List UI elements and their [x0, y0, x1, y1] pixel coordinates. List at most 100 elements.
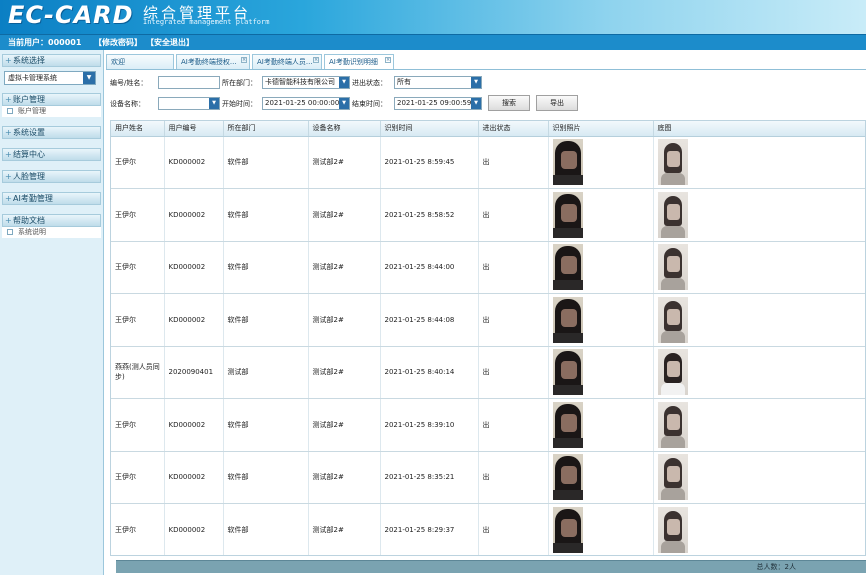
status-cell: 出 [478, 293, 549, 347]
base-photo[interactable] [657, 244, 688, 291]
tab-bar: 欢迎 AI考勤终端授权... × AI考勤终端人员... × AI考勤识别明细 … [106, 54, 866, 70]
recognition-photo[interactable] [552, 349, 583, 396]
table-body: 王伊尔 KD000002 软件部 测试部2# 2021-01-25 8:59:45 出王伊… [111, 136, 865, 555]
status-cell: 出 [478, 451, 549, 504]
column-header[interactable]: 设备名称 [308, 121, 381, 137]
user-name-cell: 王伊尔 [111, 188, 165, 242]
close-icon[interactable]: × [313, 57, 319, 63]
recognition-photo[interactable] [552, 506, 583, 553]
table-row[interactable]: 王伊尔 KD000002 软件部 测试部2# 2021-01-25 8:44:00 出 [111, 241, 865, 294]
user-bar: 当前用户：000001 【修改密码】 【安全退出】 [0, 34, 866, 50]
recognition-photo-cell [548, 188, 654, 242]
recognition-photo[interactable] [552, 401, 583, 448]
recognition-photo[interactable] [552, 139, 583, 186]
column-header[interactable]: 识别时间 [380, 121, 479, 137]
base-photo[interactable] [657, 454, 688, 501]
chevron-down-icon: ▼ [83, 72, 95, 84]
base-photo-cell [653, 346, 865, 399]
chevron-down-icon: ▼ [339, 77, 349, 88]
total-count: 总人数：2人 [756, 563, 796, 571]
base-photo-cell [653, 398, 865, 452]
app-header: EC-CARD 综合管理平台 Integrated management pla… [0, 0, 866, 34]
time-cell: 2021-01-25 8:35:21 [380, 451, 479, 504]
tab-ai-terminal-person[interactable]: AI考勤终端人员... × [252, 54, 322, 69]
sidebar-item-account[interactable]: 账户管理 [2, 106, 101, 117]
base-photo[interactable] [657, 506, 688, 553]
sidebar-section-face[interactable]: + 人脸管理 [2, 170, 101, 183]
table-row[interactable]: 王伊尔 KD000002 软件部 测试部2# 2021-01-25 8:59:45 出 [111, 136, 865, 189]
column-header[interactable]: 用户姓名 [111, 121, 165, 137]
device-select[interactable]: ▼ [158, 97, 220, 110]
column-header[interactable]: 所在部门 [223, 121, 309, 137]
close-icon[interactable]: × [241, 57, 247, 63]
table-row[interactable]: 燕燕(测人员同步) 2020090401 测试部 测试部2# 2021-01-25 8:… [111, 346, 865, 399]
start-time-input[interactable]: 2021-01-25 00:00:00 ▼ [262, 97, 350, 110]
base-photo[interactable] [657, 349, 688, 396]
export-button[interactable]: 导出 [536, 95, 578, 111]
close-icon[interactable]: × [385, 57, 391, 63]
end-time-input[interactable]: 2021-01-25 09:00:59 ▼ [394, 97, 482, 110]
sidebar-item-system-manual[interactable]: 系统说明 [2, 227, 101, 238]
change-password-link[interactable]: 【修改密码】 [94, 35, 142, 50]
user-name-cell: 王伊尔 [111, 451, 165, 504]
base-photo[interactable] [657, 296, 688, 343]
calendar-icon[interactable]: ▼ [471, 98, 481, 109]
dept-select[interactable]: 卡德智能科技有限公司 ▼ [262, 76, 350, 89]
dept-label: 所在部门： [222, 79, 257, 87]
expand-icon: + [5, 95, 12, 104]
table-row[interactable]: 王伊尔 KD000002 软件部 测试部2# 2021-01-25 8:58:52 出 [111, 188, 865, 242]
column-header[interactable]: 用户编号 [164, 121, 224, 137]
device-cell: 测试部2# [308, 503, 381, 555]
user-id-cell: KD000002 [164, 398, 224, 452]
base-photo[interactable] [657, 139, 688, 186]
tab-ai-terminal-auth[interactable]: AI考勤终端授权... × [176, 54, 250, 69]
base-photo-cell [653, 241, 865, 294]
time-cell: 2021-01-25 8:58:52 [380, 188, 479, 242]
user-id-cell: KD000002 [164, 136, 224, 189]
base-photo[interactable] [657, 191, 688, 238]
status-cell: 出 [478, 188, 549, 242]
recognition-photo-cell [548, 451, 654, 504]
main-content: 欢迎 AI考勤终端授权... × AI考勤终端人员... × AI考勤识别明细 … [106, 52, 866, 575]
expand-icon: + [5, 172, 12, 181]
status-label: 进出状态： [352, 79, 387, 87]
base-photo[interactable] [657, 401, 688, 448]
recognition-table: 用户姓名 用户编号 所在部门 设备名称 识别时间 进出状态 识别照片 底图 王伊… [110, 120, 866, 556]
column-header[interactable]: 进出状态 [478, 121, 549, 137]
user-name-cell: 王伊尔 [111, 398, 165, 452]
id-name-input[interactable] [158, 76, 220, 89]
tab-ai-recognition-detail[interactable]: AI考勤识别明细 × [324, 54, 394, 69]
recognition-photo[interactable] [552, 244, 583, 291]
table-row[interactable]: 王伊尔 KD000002 软件部 测试部2# 2021-01-25 8:35:21 出 [111, 451, 865, 504]
status-cell: 出 [478, 136, 549, 189]
base-photo-cell [653, 293, 865, 347]
tree-node-icon [7, 229, 13, 235]
sidebar-section-ai-attendance[interactable]: + AI考勤管理 [2, 192, 101, 205]
time-cell: 2021-01-25 8:44:00 [380, 241, 479, 294]
status-select[interactable]: 所有 ▼ [394, 76, 482, 89]
sidebar-section-settings[interactable]: + 系统设置 [2, 126, 101, 139]
recognition-photo[interactable] [552, 296, 583, 343]
app-logo: EC-CARD [8, 1, 134, 29]
table-row[interactable]: 王伊尔 KD000002 软件部 测试部2# 2021-01-25 8:29:37 出 [111, 503, 865, 555]
recognition-photo[interactable] [552, 191, 583, 238]
recognition-photo-cell [548, 241, 654, 294]
logout-link[interactable]: 【安全退出】 [146, 35, 194, 50]
calendar-icon[interactable]: ▼ [339, 98, 349, 109]
recognition-photo[interactable] [552, 454, 583, 501]
tab-welcome[interactable]: 欢迎 [106, 54, 174, 69]
end-time-label: 结束时间： [352, 100, 387, 108]
table-row[interactable]: 王伊尔 KD000002 软件部 测试部2# 2021-01-25 8:44:08 出 [111, 293, 865, 347]
search-button[interactable]: 搜索 [488, 95, 530, 111]
sidebar-section-help[interactable]: + 帮助文档 [2, 214, 101, 227]
column-header[interactable]: 底图 [653, 121, 865, 137]
sidebar-section-account[interactable]: + 账户管理 [2, 93, 101, 106]
sidebar-section-system-select[interactable]: + 系统选择 [2, 54, 101, 67]
sidebar-section-settlement[interactable]: + 结算中心 [2, 148, 101, 161]
table-row[interactable]: 王伊尔 KD000002 软件部 测试部2# 2021-01-25 8:39:10 出 [111, 398, 865, 452]
base-photo-cell [653, 451, 865, 504]
expand-icon: + [5, 56, 12, 65]
dept-cell: 软件部 [223, 188, 309, 242]
system-select[interactable]: 虚拟卡管理系统 ▼ [4, 71, 96, 85]
column-header[interactable]: 识别照片 [548, 121, 654, 137]
